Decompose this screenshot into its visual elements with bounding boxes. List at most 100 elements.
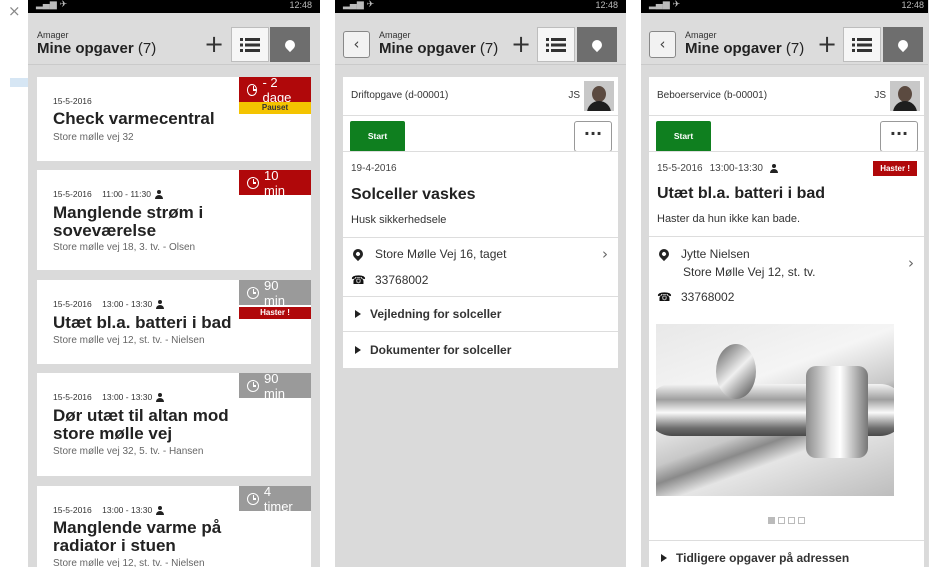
list-view-button[interactable] xyxy=(843,27,881,62)
task-card[interactable]: 15-5-2016 11:00 - 11:30 Manglende strøm … xyxy=(37,170,311,270)
map-pin-icon xyxy=(895,37,911,52)
task-title: Dør utæt til altan mod store mølle vej xyxy=(53,406,229,443)
task-type: Beboerservice (b-00001) xyxy=(657,90,768,101)
time-badge: 10 min xyxy=(239,170,311,198)
expand-arrow-icon xyxy=(355,310,361,318)
chevron-left-icon: ‹ xyxy=(353,35,360,53)
start-button[interactable]: Start xyxy=(656,121,711,152)
task-title: Utæt bl.a. batteri i bad xyxy=(53,313,232,332)
task-address: Store mølle vej 12, st. tv. - Nielsen xyxy=(53,335,205,346)
header-subtitle: Amager xyxy=(685,30,717,40)
more-icon: ··· xyxy=(583,124,603,143)
avatar xyxy=(584,81,614,111)
photo-pagination[interactable] xyxy=(649,517,924,524)
phone-screen-task-detail-solar: ▂▄▆ ✈ 12:48 ‹ Amager Mine opgaver (7) + … xyxy=(335,0,626,567)
clock-icon xyxy=(247,176,259,189)
pagination-dot[interactable] xyxy=(798,517,805,524)
phone-row[interactable]: ☎ 33768002 xyxy=(351,273,428,287)
window-edge xyxy=(928,0,947,567)
section-vejledning[interactable]: Vejledning for solceller xyxy=(355,307,501,321)
avatar xyxy=(890,81,920,111)
list-icon xyxy=(852,37,872,52)
back-button[interactable]: ‹ xyxy=(649,31,676,58)
status-badge: Pauset xyxy=(239,102,311,114)
task-photo[interactable] xyxy=(656,324,894,496)
task-date: 15-5-2016 xyxy=(53,96,92,106)
page-title: Mine opgaver (7) xyxy=(37,40,157,57)
background-highlight xyxy=(10,78,28,87)
urgent-badge: Haster ! xyxy=(873,161,917,176)
chevron-right-icon: › xyxy=(908,254,914,272)
person-icon xyxy=(769,164,778,173)
address-row[interactable]: Store Mølle Vej 16, taget xyxy=(350,246,506,262)
location-pin-icon xyxy=(350,246,366,262)
page-title: Mine opgaver (7) xyxy=(685,40,805,57)
list-view-button[interactable] xyxy=(231,27,269,62)
task-detail-panel: Driftopgave (d-00001) JS Start ··· 19-4-… xyxy=(343,77,618,368)
time-badge: 90 min xyxy=(239,280,311,308)
task-date: 15-5-2016 13:00 - 13:30 xyxy=(53,505,165,515)
phone-row[interactable]: ☎ 33768002 xyxy=(657,290,734,304)
assignee-initials: JS xyxy=(874,90,886,101)
status-bar: ▂▄▆ ✈ 12:48 xyxy=(641,0,932,13)
header-subtitle: Amager xyxy=(379,30,411,40)
status-time: 12:48 xyxy=(595,0,618,10)
urgent-badge: Haster ! xyxy=(239,307,311,319)
more-button[interactable]: ··· xyxy=(574,121,612,152)
close-icon[interactable]: × xyxy=(8,2,21,20)
add-task-button[interactable]: + xyxy=(817,31,837,57)
task-address: Store mølle vej 32 xyxy=(53,132,134,143)
phone-icon: ☎ xyxy=(351,273,366,287)
list-view-button[interactable] xyxy=(537,27,575,62)
person-icon xyxy=(156,299,165,309)
add-task-button[interactable]: + xyxy=(204,31,224,57)
map-view-button[interactable] xyxy=(577,27,617,62)
time-badge: 4 timer xyxy=(239,486,311,514)
phone-screen-task-list: ▂▄▆ ✈ 12:48 Amager Mine opgaver (7) + 15… xyxy=(28,0,320,567)
task-card[interactable]: 15-5-2016 13:00 - 13:30 Dør utæt til alt… xyxy=(37,373,311,476)
task-address: Store mølle vej 32, 5. tv. - Hansen xyxy=(53,446,204,457)
page-title: Mine opgaver (7) xyxy=(379,40,499,57)
task-card[interactable]: 15-5-2016 13:00 - 13:30 Utæt bl.a. batte… xyxy=(37,280,311,364)
map-view-button[interactable] xyxy=(270,27,310,62)
map-view-button[interactable] xyxy=(883,27,923,62)
signal-icon: ▂▄▆ ✈ xyxy=(36,0,68,10)
person-icon xyxy=(156,392,165,402)
address-line: Store Mølle Vej 12, st. tv. xyxy=(683,265,816,279)
status-bar: ▂▄▆ ✈ 12:48 xyxy=(28,0,320,13)
person-icon xyxy=(156,505,165,515)
task-note: Haster da hun ikke kan bade. xyxy=(657,213,801,225)
section-dokumenter[interactable]: Dokumenter for solceller xyxy=(355,343,511,357)
pagination-dot[interactable] xyxy=(778,517,785,524)
task-address: Store mølle vej 12, st. tv. - Nielsen xyxy=(53,558,205,567)
back-button[interactable]: ‹ xyxy=(343,31,370,58)
task-title: Manglende varme på radiator i stuen xyxy=(53,518,222,555)
clock-icon xyxy=(247,379,259,392)
task-address: Store mølle vej 18, 3. tv. - Olsen xyxy=(53,242,196,253)
status-bar: ▂▄▆ ✈ 12:48 xyxy=(335,0,626,13)
more-icon: ··· xyxy=(889,124,909,143)
map-pin-icon xyxy=(589,37,605,52)
phone-screen-task-detail-leak: ▂▄▆ ✈ 12:48 ‹ Amager Mine opgaver (7) + … xyxy=(641,0,932,567)
start-button[interactable]: Start xyxy=(350,121,405,152)
task-card[interactable]: 15-5-2016 Check varmecentral Store mølle… xyxy=(37,77,311,161)
app-header: ‹ Amager Mine opgaver (7) + xyxy=(335,13,626,65)
task-title: Manglende strøm i soveværelse xyxy=(53,203,204,240)
location-pin-icon xyxy=(656,246,672,262)
pagination-dot[interactable] xyxy=(768,517,775,524)
signal-icon: ▂▄▆ ✈ xyxy=(343,0,375,10)
address-row[interactable]: Jytte Nielsen xyxy=(656,246,750,262)
chevron-right-icon: › xyxy=(602,245,608,263)
task-date: 15-5-2016 13:00 - 13:30 xyxy=(53,392,165,402)
clock-icon xyxy=(247,83,258,96)
add-task-button[interactable]: + xyxy=(511,31,531,57)
section-previous-tasks[interactable]: Tidligere opgaver på adressen xyxy=(661,551,849,565)
header-subtitle: Amager xyxy=(37,30,69,40)
map-pin-icon xyxy=(282,37,298,52)
task-card[interactable]: 15-5-2016 13:00 - 13:30 Manglende varme … xyxy=(37,486,311,567)
more-button[interactable]: ··· xyxy=(880,121,918,152)
task-date: 15-5-2016 11:00 - 11:30 xyxy=(53,189,163,199)
task-date: 19-4-2016 xyxy=(351,163,397,174)
pagination-dot[interactable] xyxy=(788,517,795,524)
status-time: 12:48 xyxy=(289,0,312,10)
